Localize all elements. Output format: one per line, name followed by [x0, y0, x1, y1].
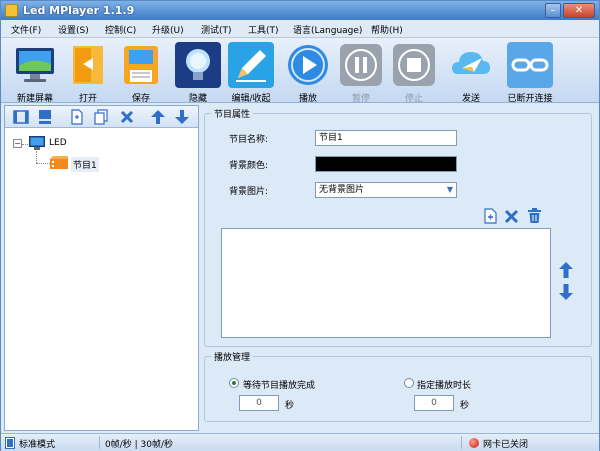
image-move-down-icon[interactable]	[559, 284, 573, 300]
send-label: 发送	[461, 94, 480, 104]
monitor-icon	[16, 48, 54, 82]
pause-icon	[340, 44, 382, 86]
bg-image-value: 无背景图片	[319, 185, 365, 195]
app-logo-icon	[5, 4, 18, 17]
pause-label: 暂停	[351, 94, 370, 104]
program-film-icon	[50, 156, 68, 169]
stop-label: 停止	[404, 94, 423, 104]
save-button[interactable]: 保存	[115, 40, 167, 104]
network-status-icon	[469, 438, 479, 448]
status-mode: 标准模式	[19, 440, 56, 450]
open-label: 打开	[78, 94, 97, 104]
new-file-icon[interactable]	[69, 109, 85, 125]
save-label: 保存	[131, 94, 150, 104]
program-name-label: 节目名称:	[229, 135, 269, 145]
play-icon	[288, 45, 328, 85]
status-network: 网卡已关闭	[483, 440, 529, 450]
move-down-icon[interactable]	[174, 109, 190, 125]
hide-label: 隐藏	[188, 94, 207, 104]
send-button[interactable]: 发送	[445, 40, 497, 104]
send-cloud-icon	[452, 52, 490, 74]
hide-button[interactable]: 隐藏	[172, 40, 224, 104]
play-label: 播放	[298, 94, 317, 104]
tree-root-label[interactable]: LED	[49, 138, 67, 148]
disconnected-button[interactable]: 已断开连接	[502, 40, 558, 104]
title-bar: Led MPlayer 1.1.9 – ✕	[1, 1, 599, 20]
playback-group: 播放管理 等待节目播放完成 0 秒 指定播放时长 0 秒	[204, 350, 592, 422]
remove-image-icon[interactable]	[504, 209, 519, 224]
image-move-up-icon[interactable]	[559, 262, 573, 278]
disconnected-label: 已断开连接	[507, 94, 553, 104]
stop-button[interactable]: 停止	[388, 40, 440, 104]
trash-icon[interactable]	[527, 208, 542, 224]
tree-collapse-toggle[interactable]: −	[13, 139, 22, 148]
program-tree-panel: − LED 节目1	[4, 105, 199, 431]
open-door-icon	[73, 46, 103, 84]
move-up-icon[interactable]	[150, 109, 166, 125]
program-properties-title: 节目属性	[211, 107, 254, 120]
bg-color-swatch[interactable]	[315, 156, 457, 172]
close-icon: ✕	[574, 5, 584, 16]
wait-seconds-input[interactable]: 0	[239, 395, 279, 411]
lightbulb-icon	[175, 42, 221, 88]
program-properties-group: 节目属性 节目名称: 节目1 背景颜色: 背景图片: 无背景图片 ▼	[204, 107, 592, 347]
chain-link-icon	[507, 42, 553, 88]
menu-help[interactable]: 帮助(H)	[371, 23, 403, 36]
tree-program-label[interactable]: 节目1	[71, 157, 99, 172]
menu-bar: 文件(F) 设置(S) 控制(C) 升级(U) 测试(T) 工具(T) 语言(L…	[1, 20, 599, 38]
menu-settings[interactable]: 设置(S)	[58, 23, 89, 36]
add-image-icon[interactable]	[483, 208, 498, 224]
fixed-duration-label[interactable]: 指定播放时长	[417, 378, 471, 391]
mode-icon	[5, 437, 15, 449]
edit-collapse-button[interactable]: 编辑/收起	[225, 40, 277, 104]
menu-upgrade[interactable]: 升级(U)	[152, 23, 184, 36]
menu-file[interactable]: 文件(F)	[11, 23, 41, 36]
minimize-icon: –	[550, 5, 556, 16]
tree-toolbar	[5, 106, 198, 128]
program-name-input[interactable]: 节目1	[315, 130, 457, 146]
bg-color-label: 背景颜色:	[229, 161, 269, 171]
main-toolbar: 新建屏幕 打开 保存 隐藏 编辑/收起 播放 暂停 停止 发送 已断开连接	[1, 38, 599, 104]
fixed-duration-radio[interactable]	[404, 378, 414, 388]
app-window: Led MPlayer 1.1.9 – ✕ 文件(F) 设置(S) 控制(C) …	[0, 0, 600, 451]
add-area-icon[interactable]	[37, 109, 53, 125]
chevron-down-icon: ▼	[446, 185, 454, 194]
duration-seconds-input[interactable]: 0	[414, 395, 454, 411]
add-program-icon[interactable]	[13, 109, 29, 125]
bg-image-select[interactable]: 无背景图片 ▼	[315, 182, 457, 198]
stop-icon	[393, 44, 435, 86]
minimize-button[interactable]: –	[545, 3, 561, 18]
copy-icon[interactable]	[93, 109, 109, 125]
bg-image-label: 背景图片:	[229, 187, 269, 197]
menu-control[interactable]: 控制(C)	[105, 23, 136, 36]
led-screen-icon	[29, 136, 45, 150]
wait-complete-label[interactable]: 等待节目播放完成	[243, 378, 315, 391]
pencil-icon	[228, 42, 274, 88]
pause-button[interactable]: 暂停	[335, 40, 387, 104]
close-button[interactable]: ✕	[563, 3, 595, 18]
open-button[interactable]: 打开	[62, 40, 114, 104]
status-frames: 0帧/秒 | 30帧/秒	[105, 440, 173, 450]
image-list[interactable]	[221, 228, 551, 338]
play-button[interactable]: 播放	[282, 40, 334, 104]
program-tree: − LED 节目1	[5, 130, 198, 430]
wait-complete-radio[interactable]	[229, 378, 239, 388]
playback-title: 播放管理	[211, 350, 254, 363]
save-icon	[124, 46, 158, 84]
status-bar: 标准模式 0帧/秒 | 30帧/秒 网卡已关闭	[1, 433, 599, 451]
menu-tools[interactable]: 工具(T)	[248, 23, 279, 36]
new-screen-label: 新建屏幕	[16, 94, 53, 104]
wait-seconds-unit: 秒	[285, 401, 295, 411]
menu-language[interactable]: 语言(Language)	[293, 23, 362, 36]
properties-area: 节目属性 节目名称: 节目1 背景颜色: 背景图片: 无背景图片 ▼ 播放管理 …	[202, 105, 598, 431]
new-screen-button[interactable]: 新建屏幕	[9, 40, 61, 104]
edit-collapse-label: 编辑/收起	[231, 94, 271, 104]
duration-seconds-unit: 秒	[460, 401, 470, 411]
delete-icon[interactable]	[119, 109, 135, 125]
window-title: Led MPlayer 1.1.9	[23, 4, 135, 17]
menu-test[interactable]: 测试(T)	[201, 23, 232, 36]
